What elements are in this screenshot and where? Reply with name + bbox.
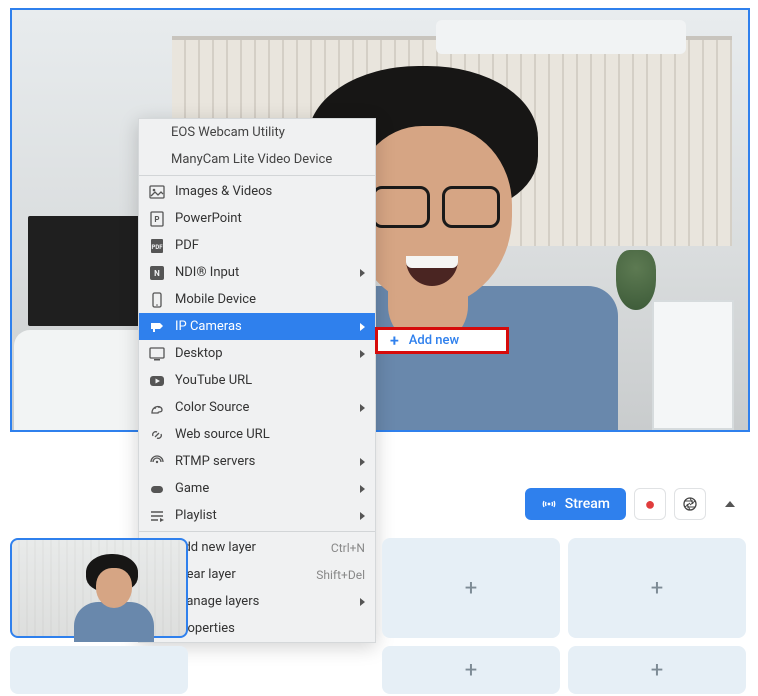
menu-item-label: NDI® Input <box>175 265 239 280</box>
menu-item-label: Web source URL <box>175 427 270 442</box>
svg-text:PDF: PDF <box>151 244 163 251</box>
menu-item-powerpoint[interactable]: P PowerPoint <box>139 205 375 232</box>
svg-text:P: P <box>154 215 159 224</box>
plus-icon: + <box>465 576 477 601</box>
menu-divider <box>139 531 375 532</box>
menu-item-mobile[interactable]: Mobile Device <box>139 286 375 313</box>
preset-slot-4[interactable]: + <box>568 538 746 638</box>
preset-slot-3[interactable]: + <box>382 538 560 638</box>
menu-item-label: IP Cameras <box>175 319 242 334</box>
mobile-icon <box>149 292 165 308</box>
plus-icon: + <box>651 658 663 683</box>
chevron-right-icon <box>360 350 365 358</box>
toolbar: Stream ● <box>0 482 758 526</box>
desktop-icon <box>149 346 165 362</box>
plus-icon: + <box>390 331 399 350</box>
menu-item-color[interactable]: Color Source <box>139 394 375 421</box>
preset-slot-8[interactable]: + <box>568 646 746 694</box>
menu-item-rtmp[interactable]: RTMP servers <box>139 448 375 475</box>
chevron-right-icon <box>360 404 365 412</box>
menu-item-label: Mobile Device <box>175 292 256 307</box>
preset-slot-7[interactable]: + <box>382 646 560 694</box>
menu-item-label: Desktop <box>175 346 223 361</box>
preset-thumbnails: + + + + <box>10 538 754 694</box>
menu-header-eos[interactable]: EOS Webcam Utility <box>139 119 375 146</box>
ndi-icon: N <box>149 265 165 281</box>
plus-icon: + <box>651 576 663 601</box>
preset-slot-1[interactable] <box>10 538 188 638</box>
background-ac <box>436 20 686 54</box>
snapshot-button[interactable] <box>674 488 706 520</box>
collapse-button[interactable] <box>714 488 746 520</box>
stream-button-label: Stream <box>565 496 610 512</box>
aperture-icon <box>682 496 698 512</box>
record-icon: ● <box>645 494 656 515</box>
menu-header-manycam[interactable]: ManyCam Lite Video Device <box>139 146 375 173</box>
menu-item-pdf[interactable]: PDF PDF <box>139 232 375 259</box>
menu-item-images[interactable]: Images & Videos <box>139 178 375 205</box>
background-cabinet <box>652 300 734 430</box>
image-icon <box>149 184 165 200</box>
background-plant <box>616 250 656 310</box>
menu-header-label: ManyCam Lite Video Device <box>171 152 332 167</box>
svg-text:N: N <box>154 269 160 278</box>
preset-thumbnail-content <box>82 554 152 640</box>
pdf-icon: PDF <box>149 238 165 254</box>
menu-item-ip-cameras[interactable]: IP Cameras <box>139 313 375 340</box>
menu-item-label: PDF <box>175 238 199 253</box>
submenu-label: Add new <box>409 333 459 348</box>
link-icon <box>149 427 165 443</box>
menu-item-youtube[interactable]: YouTube URL <box>139 367 375 394</box>
menu-item-label: PowerPoint <box>175 211 242 226</box>
preset-slot-5[interactable] <box>10 646 188 694</box>
record-button[interactable]: ● <box>634 488 666 520</box>
chevron-right-icon <box>360 269 365 277</box>
video-preview[interactable] <box>10 8 750 432</box>
menu-item-ndi[interactable]: N NDI® Input <box>139 259 375 286</box>
menu-item-label: Images & Videos <box>175 184 272 199</box>
menu-item-label: YouTube URL <box>175 373 252 388</box>
menu-item-label: RTMP servers <box>175 454 255 469</box>
youtube-icon <box>149 373 165 389</box>
stream-button[interactable]: Stream <box>525 488 626 520</box>
menu-item-label: Color Source <box>175 400 249 415</box>
rtmp-icon <box>149 454 165 470</box>
chevron-right-icon <box>360 458 365 466</box>
menu-header-label: EOS Webcam Utility <box>171 125 285 140</box>
plus-icon: + <box>465 658 477 683</box>
color-icon <box>149 400 165 416</box>
menu-item-web[interactable]: Web source URL <box>139 421 375 448</box>
chevron-right-icon <box>360 323 365 331</box>
ip-camera-icon <box>149 319 165 335</box>
powerpoint-icon: P <box>149 211 165 227</box>
submenu-add-new[interactable]: + Add new <box>375 327 509 354</box>
menu-item-desktop[interactable]: Desktop <box>139 340 375 367</box>
broadcast-icon <box>541 496 557 512</box>
chevron-up-icon <box>725 501 735 507</box>
menu-divider <box>139 175 375 176</box>
